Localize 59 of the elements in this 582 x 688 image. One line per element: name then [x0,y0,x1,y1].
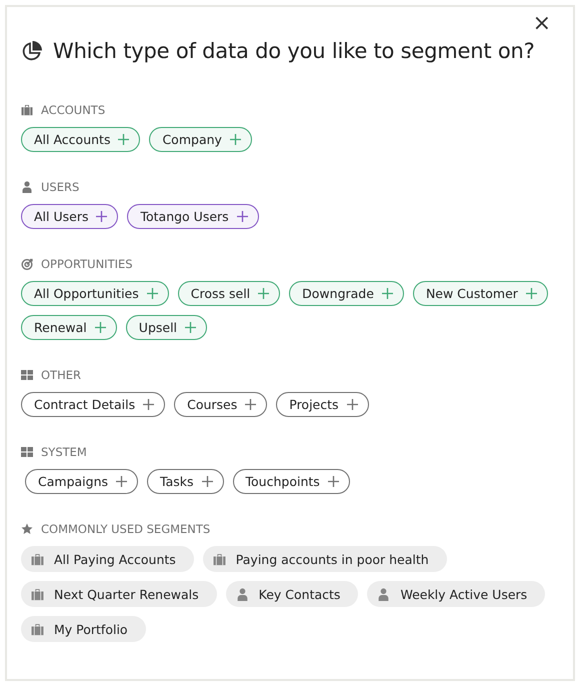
plus-icon [382,288,393,299]
section-heading: OPPORTUNITIES [41,257,133,271]
person-icon [377,588,390,600]
segment-chip[interactable]: Touchpoints [232,469,350,494]
grid-icon [21,370,33,380]
saved-segment-chip[interactable]: All Paying Accounts [21,546,194,572]
segment-chip[interactable]: Downgrade [289,281,404,306]
plus-icon [118,134,130,145]
plus-icon [116,476,128,487]
briefcase-icon [31,622,44,636]
segment-chip[interactable]: Company [149,127,252,152]
briefcase-icon [31,552,44,566]
segment-chip[interactable]: Contract Details [21,392,166,417]
close-button[interactable]: × [532,15,559,33]
section-heading: SYSTEM [41,445,87,459]
plus-icon [526,288,537,299]
segment-chip[interactable]: All Opportunities [21,281,169,306]
segment-chip[interactable]: Cross sell [178,281,280,306]
briefcase-icon [212,552,226,566]
person-icon [21,181,33,193]
plus-icon [185,322,196,333]
star-icon [21,523,33,535]
segment-chip[interactable]: Tasks [147,469,224,494]
grid-icon [21,447,33,457]
segment-chip[interactable]: Campaigns [25,469,138,494]
section-heading: OTHER [41,368,81,382]
plus-icon [245,399,256,410]
saved-segment-chip[interactable]: Key Contacts [226,581,358,607]
segment-chip[interactable]: New Customer [412,281,548,306]
plus-icon [258,288,270,299]
segment-chip[interactable]: All Users [21,204,118,229]
plus-icon [230,134,241,145]
section-heading: USERS [41,180,80,194]
saved-segment-chip[interactable]: Weekly Active Users [367,581,546,607]
plus-icon [143,399,154,410]
saved-segment-chip[interactable]: Paying accounts in poor health [202,546,447,572]
briefcase-icon [31,588,44,600]
person-icon [236,588,249,600]
plus-icon [328,476,339,487]
plus-icon [146,288,158,299]
plus-icon [202,476,213,487]
target-icon [21,258,33,270]
segment-chip[interactable]: Projects [276,392,369,417]
plus-icon [346,399,358,410]
saved-segment-chip[interactable]: Next Quarter Renewals [21,581,217,607]
segment-chip[interactable]: All Accounts [21,127,140,152]
pie-chart-icon [21,40,43,62]
plus-icon [96,211,108,222]
briefcase-icon [21,104,33,116]
plus-icon [94,322,106,333]
dialog-title: Which type of data do you like to segment on? [53,39,535,63]
section-heading: ACCOUNTS [41,103,106,117]
segment-chip[interactable]: Courses [174,392,268,417]
section-heading: COMMONLY USED SEGMENTS [41,522,210,536]
segment-chip[interactable]: Upsell [126,315,208,340]
saved-segment-chip[interactable]: My Portfolio [21,616,146,642]
plus-icon [236,211,248,222]
segment-chip[interactable]: Renewal [21,315,117,340]
segment-chip[interactable]: Totango Users [127,204,259,229]
